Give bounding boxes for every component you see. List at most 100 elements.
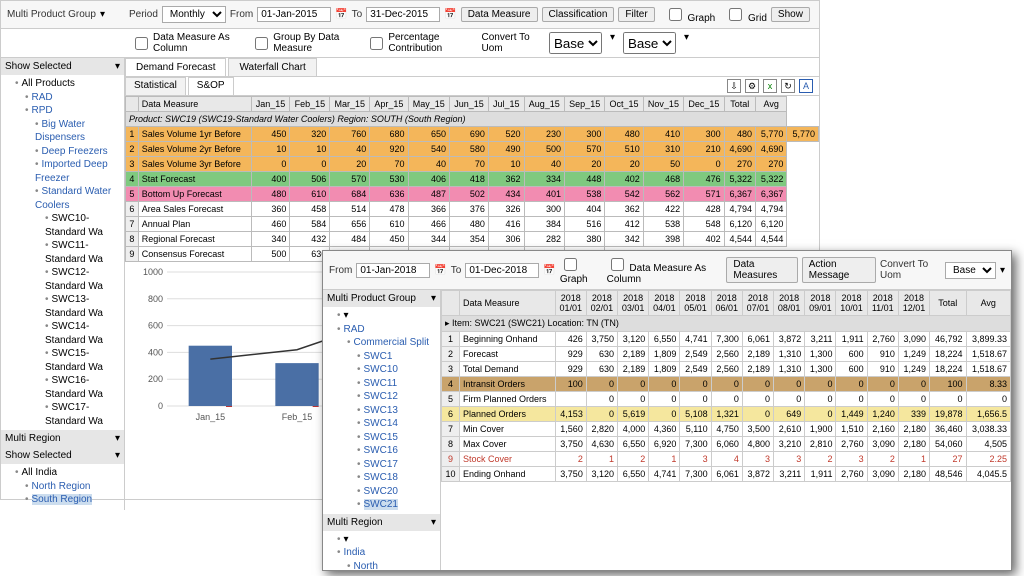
plan-grid[interactable]: Data Measure201801/01201802/01201803/012… [441, 290, 1011, 482]
settings-icon[interactable]: ⚙ [745, 79, 759, 93]
table-row[interactable]: 7Annual Plan4605846566104664804163845164… [126, 217, 819, 232]
graph-checkbox[interactable]: Graph [560, 255, 603, 285]
table-row[interactable]: 1Beginning Onhand4263,7503,1206,5504,741… [442, 332, 1011, 347]
table-row[interactable]: 4Intransit Orders100000000000001008.33 [442, 377, 1011, 392]
help-icon[interactable]: A [799, 79, 813, 93]
dm-column-checkbox[interactable]: Data Measure As Column [131, 32, 243, 54]
table-row[interactable]: 5Firm Planned Orders0000000000000 [442, 392, 1011, 407]
svg-text:Feb_15: Feb_15 [282, 412, 313, 422]
tree-item[interactable]: SWC17-Standard Wa [45, 401, 120, 428]
uom-select-2[interactable]: Base [623, 32, 676, 54]
tree-item[interactable]: SWC15-Standard Wa [45, 347, 120, 374]
convert-uom-label: Convert To Uom [481, 32, 540, 54]
tree-item[interactable]: SWC18 [357, 471, 436, 485]
tree-item[interactable]: SWC14 [357, 417, 436, 431]
front-region-tree[interactable]: ▾ India North South KA TN Plan [323, 531, 440, 571]
chevron-down-icon: ▾ [115, 433, 120, 444]
excel-icon[interactable]: x [763, 79, 777, 93]
from-date-input[interactable] [356, 263, 430, 278]
tree-item[interactable]: SWC13 [357, 404, 436, 418]
forecast-grid[interactable]: Data MeasureJan_15Feb_15Mar_15Apr_15May_… [125, 96, 819, 262]
svg-text:200: 200 [148, 374, 163, 384]
tree-item[interactable]: SWC17 [357, 458, 436, 472]
svg-text:600: 600 [148, 321, 163, 331]
chevron-down-icon[interactable]: ▾ [100, 9, 105, 20]
chevron-down-icon[interactable]: ▾ [684, 32, 689, 54]
pct-checkbox[interactable]: Percentage Contribution [366, 32, 473, 54]
period-select[interactable]: Monthly [162, 6, 226, 23]
tree-item[interactable]: SWC11-Standard Wa [45, 239, 120, 266]
tree-item[interactable]: SWC21 [357, 498, 436, 512]
dm-column-checkbox[interactable]: Data Measure As Column [607, 255, 723, 285]
to-date-input[interactable] [366, 7, 440, 22]
filter-button[interactable]: Filter [618, 7, 654, 22]
tree-item[interactable]: SWC16-Standard Wa [45, 374, 120, 401]
classification-button[interactable]: Classification [542, 7, 615, 22]
table-row[interactable]: 1Sales Volume 1yr Before4503207606806506… [126, 127, 819, 142]
tree-item[interactable]: SWC12-Standard Wa [45, 266, 120, 293]
region-tree[interactable]: All India North Region South Region [1, 464, 124, 509]
table-row[interactable]: 8Max Cover3,7504,6306,5506,9207,3006,060… [442, 437, 1011, 452]
tree-item[interactable]: SWC20 [357, 485, 436, 499]
to-label: To [451, 265, 462, 276]
table-row[interactable]: 6Area Sales Forecast36045851447836637632… [126, 202, 819, 217]
show-button[interactable]: Show [771, 7, 810, 22]
table-row[interactable]: 8Regional Forecast3404324844503443543062… [126, 232, 819, 247]
front-sidebar: Multi Product Group▾ ▾ RAD Commercial Sp… [323, 290, 441, 570]
action-message-button[interactable]: Action Message [802, 257, 876, 283]
table-row[interactable]: 9Stock Cover212134332321272.25 [442, 452, 1011, 467]
to-date-input[interactable] [465, 263, 539, 278]
table-row[interactable]: 3Sales Volume 3yr Before0020704070104020… [126, 157, 819, 172]
calendar-icon[interactable]: 📅 [543, 265, 555, 276]
chevron-down-icon[interactable]: ▾ [1000, 265, 1005, 276]
mpg-header[interactable]: Multi Product Group▾ [323, 290, 440, 307]
refresh-icon[interactable]: ↻ [781, 79, 795, 93]
group-dm-checkbox[interactable]: Group By Data Measure [251, 32, 358, 54]
tree-item[interactable]: SWC14-Standard Wa [45, 320, 120, 347]
data-measure-button[interactable]: Data Measure [461, 7, 538, 22]
uom-select-1[interactable]: Base [549, 32, 602, 54]
data-measures-button[interactable]: Data Measures [726, 257, 797, 283]
grid-checkbox[interactable]: Grid [725, 5, 767, 24]
front-product-tree[interactable]: ▾ RAD Commercial Split SWC1SWC10SWC11SWC… [323, 307, 440, 514]
calendar-icon[interactable]: 📅 [434, 265, 446, 276]
back-toolbar: Multi Product Group ▾ Period Monthly Fro… [1, 1, 819, 29]
calendar-icon[interactable]: 📅 [444, 9, 456, 20]
table-row[interactable]: 2Forecast9296302,1891,8092,5492,5602,189… [442, 347, 1011, 362]
multi-region-header[interactable]: Multi Region▾ [1, 430, 124, 447]
tree-item[interactable]: SWC11 [357, 377, 436, 391]
tree-item[interactable]: SWC13-Standard Wa [45, 293, 120, 320]
table-row[interactable]: 5Bottom Up Forecast480610684636487502434… [126, 187, 819, 202]
tab-waterfall[interactable]: Waterfall Chart [228, 58, 316, 76]
front-region-header[interactable]: Multi Region▾ [323, 514, 440, 531]
tree-item[interactable]: SWC15 [357, 431, 436, 445]
from-date-input[interactable] [257, 7, 331, 22]
table-row[interactable]: 7Min Cover1,5602,8204,0004,3605,1104,750… [442, 422, 1011, 437]
tree-item[interactable]: SWC10 [357, 363, 436, 377]
chevron-down-icon: ▾ [431, 517, 436, 528]
tab-sop[interactable]: S&OP [188, 77, 234, 95]
graph-checkbox[interactable]: Graph [665, 5, 716, 24]
show-selected-header[interactable]: Show Selected▾ [1, 58, 124, 75]
tree-item[interactable]: SWC16 [357, 444, 436, 458]
product-tree[interactable]: All Products RAD RPD Big Water Dispenser… [1, 75, 124, 430]
show-selected-header-2[interactable]: Show Selected▾ [1, 447, 124, 464]
front-toolbar: From 📅 To 📅 Graph Data Measure As Column… [323, 251, 1011, 290]
table-row[interactable]: 10Ending Onhand3,7503,1206,5504,7417,300… [442, 467, 1011, 482]
chevron-down-icon: ▾ [115, 450, 120, 461]
table-row[interactable]: 4Stat Forecast40050657053040641836233444… [126, 172, 819, 187]
table-row[interactable]: 2Sales Volume 2yr Before1010409205405804… [126, 142, 819, 157]
export-icon[interactable]: ⇩ [727, 79, 741, 93]
tree-item[interactable]: SWC12 [357, 390, 436, 404]
tree-item[interactable]: SWC10-Standard Wa [45, 212, 120, 239]
table-row[interactable]: 6Planned Orders4,15305,61905,1081,321064… [442, 407, 1011, 422]
multi-product-label: Multi Product Group [7, 9, 96, 20]
tab-statistical[interactable]: Statistical [125, 77, 186, 95]
tree-item[interactable]: SWC1 [357, 350, 436, 364]
front-window: From 📅 To 📅 Graph Data Measure As Column… [322, 250, 1012, 571]
uom-select[interactable]: Base [945, 262, 996, 279]
table-row[interactable]: 3Total Demand9296302,1891,8092,5492,5602… [442, 362, 1011, 377]
tab-demand-forecast[interactable]: Demand Forecast [125, 58, 226, 76]
calendar-icon[interactable]: 📅 [335, 9, 347, 20]
chevron-down-icon[interactable]: ▾ [610, 32, 615, 54]
